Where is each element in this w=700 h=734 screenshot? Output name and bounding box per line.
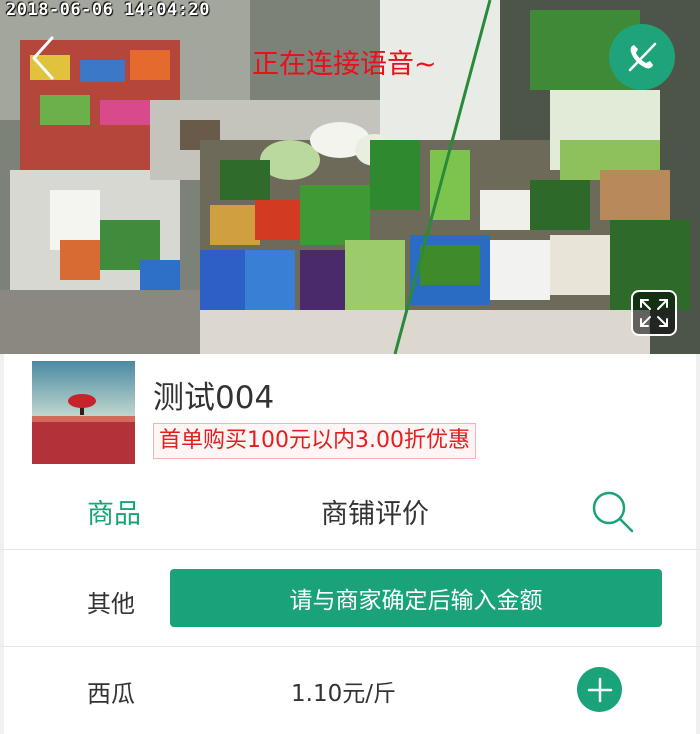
search-icon [592,491,634,533]
live-video-feed: 2018-06-06 14:04:20 正在连接语音~ [0,0,700,354]
fullscreen-button[interactable] [631,290,677,336]
divider [0,646,700,647]
chevron-left-icon [32,36,54,80]
tab-bar: 商品 商铺评价 [0,476,700,550]
phone-off-icon [628,42,657,72]
search-button[interactable] [589,488,637,536]
item-name-watermelon: 西瓜 [87,680,135,708]
item-name-other: 其他 [87,590,135,618]
video-timestamp: 2018-06-06 14:04:20 [6,0,210,20]
add-to-cart-button[interactable] [577,667,622,712]
store-thumbnail-image [32,361,135,464]
item-price: 1.10元/斤 [291,681,396,707]
hangup-button[interactable] [609,24,675,90]
promotion-badge: 首单购买100元以内3.00折优惠 [153,423,476,459]
tab-goods[interactable]: 商品 [87,492,141,531]
back-button[interactable] [24,30,64,86]
store-name: 测试004 [153,380,275,416]
voice-connection-status: 正在连接语音~ [252,49,437,80]
tab-store-reviews[interactable]: 商铺评价 [321,492,429,531]
plus-icon [587,677,612,702]
enter-amount-button[interactable]: 请与商家确定后输入金额 [170,569,662,627]
divider [0,549,700,550]
store-avatar [32,361,135,464]
expand-icon [640,299,668,327]
